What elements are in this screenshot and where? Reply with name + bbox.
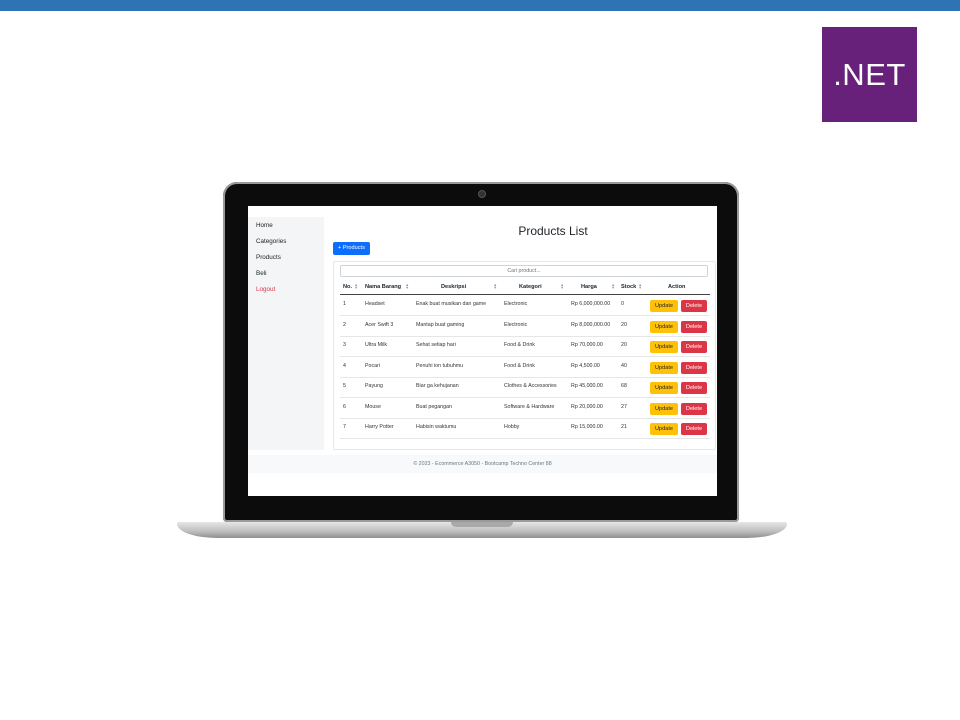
cell-stock: 20 xyxy=(621,342,627,348)
delete-button[interactable]: Delete xyxy=(681,321,707,333)
app-screen: Home Categories Products Beli Logout Pro… xyxy=(248,206,717,496)
search-input[interactable] xyxy=(340,265,708,277)
cell-nama: Payung xyxy=(365,383,383,389)
cell-deskripsi: Buat pegangan xyxy=(416,404,452,410)
laptop-base xyxy=(177,522,787,538)
cell-no: 2 xyxy=(343,322,346,328)
page-footer: © 2023 - Ecommerce A3050 - Bootcamp Tech… xyxy=(248,455,717,473)
cell-harga: Rp 20,000.00 xyxy=(571,404,603,410)
delete-button[interactable]: Delete xyxy=(681,341,707,353)
sort-nama-icon[interactable]: ▴ ▾ xyxy=(406,282,408,290)
cell-kategori: Hobby xyxy=(504,424,520,430)
top-accent-bar xyxy=(0,0,960,11)
sidebar-item-logout[interactable]: Logout xyxy=(256,286,275,293)
sort-stock-icon[interactable]: ▴ ▾ xyxy=(639,282,641,290)
update-button[interactable]: Update xyxy=(650,362,678,374)
header-kategori: Kategori xyxy=(519,284,542,290)
delete-button[interactable]: Delete xyxy=(681,423,707,435)
delete-button[interactable]: Delete xyxy=(681,382,707,394)
delete-button[interactable]: Delete xyxy=(681,362,707,374)
delete-button[interactable]: Delete xyxy=(681,300,707,312)
cell-stock: 40 xyxy=(621,363,627,369)
cell-nama: Pocari xyxy=(365,363,381,369)
cell-kategori: Food & Drink xyxy=(504,342,535,348)
add-product-button[interactable]: + Products xyxy=(333,242,370,255)
row-divider xyxy=(340,315,710,316)
row-divider xyxy=(340,356,710,357)
sidebar: Home Categories Products Beli Logout xyxy=(248,217,324,450)
sort-kategori-icon[interactable]: ▴ ▾ xyxy=(561,282,563,290)
cell-deskripsi: Penuhi ion tubuhmu xyxy=(416,363,464,369)
header-harga: Harga xyxy=(581,284,597,290)
cell-deskripsi: Sehat setiap hari xyxy=(416,342,456,348)
cell-harga: Rp 8,000,000.00 xyxy=(571,322,611,328)
cell-stock: 0 xyxy=(621,301,624,307)
cell-no: 6 xyxy=(343,404,346,410)
row-divider xyxy=(340,397,710,398)
header-no: No. xyxy=(343,284,353,290)
cell-no: 1 xyxy=(343,301,346,307)
cell-harga: Rp 15,000.00 xyxy=(571,424,603,430)
sort-no-icon[interactable]: ▴ ▾ xyxy=(355,282,357,290)
update-button[interactable]: Update xyxy=(650,300,678,312)
page-title: Products List xyxy=(518,224,588,238)
delete-button[interactable]: Delete xyxy=(681,403,707,415)
laptop-notch xyxy=(451,522,513,527)
cell-harga: Rp 70,000.00 xyxy=(571,342,603,348)
cell-deskripsi: Enak buat musikan dan game xyxy=(416,301,487,307)
products-card: No. ▴▾ Nama Barang ▴▾ Deskripsi ▴▾ Kateg… xyxy=(333,261,716,450)
cell-harga: Rp 45,000.00 xyxy=(571,383,603,389)
cell-deskripsi: Biar ga kehujanan xyxy=(416,383,459,389)
sort-deskripsi-icon[interactable]: ▴ ▾ xyxy=(494,282,496,290)
update-button[interactable]: Update xyxy=(650,403,678,415)
cell-kategori: Electronic xyxy=(504,322,528,328)
sidebar-item-beli[interactable]: Beli xyxy=(256,270,267,277)
header-nama-barang: Nama Barang xyxy=(365,284,402,290)
cell-kategori: Electronic xyxy=(504,301,528,307)
sidebar-item-products[interactable]: Products xyxy=(256,254,281,261)
table-header-divider xyxy=(340,294,710,295)
cell-no: 5 xyxy=(343,383,346,389)
cell-nama: Harry Potter xyxy=(365,424,394,430)
row-divider xyxy=(340,438,710,439)
cell-deskripsi: Mantap buat gaming xyxy=(416,322,465,328)
cell-harga: Rp 6,000,000.00 xyxy=(571,301,611,307)
dotnet-logo: .NET xyxy=(822,27,917,122)
cell-stock: 20 xyxy=(621,322,627,328)
cell-stock: 27 xyxy=(621,404,627,410)
cell-nama: Acer Swift 3 xyxy=(365,322,394,328)
cell-nama: Mouse xyxy=(365,404,381,410)
header-deskripsi: Deskripsi xyxy=(441,284,467,290)
cell-harga: Rp 4,500.00 xyxy=(571,363,600,369)
cell-nama: Ultra Milk xyxy=(365,342,388,348)
cell-kategori: Food & Drink xyxy=(504,363,535,369)
sidebar-item-home[interactable]: Home xyxy=(256,222,273,229)
cell-deskripsi: Habisin waktumu xyxy=(416,424,457,430)
row-divider xyxy=(340,418,710,419)
update-button[interactable]: Update xyxy=(650,321,678,333)
header-stock: Stock xyxy=(621,284,637,290)
cell-no: 3 xyxy=(343,342,346,348)
cell-kategori: Software & Hardware xyxy=(504,404,555,410)
cell-no: 4 xyxy=(343,363,346,369)
update-button[interactable]: Update xyxy=(650,341,678,353)
header-action: Action xyxy=(668,284,686,290)
sidebar-item-categories[interactable]: Categories xyxy=(256,238,286,245)
webcam-icon xyxy=(479,191,485,197)
cell-kategori: Clothes & Accessories xyxy=(504,383,557,389)
cell-stock: 68 xyxy=(621,383,627,389)
cell-stock: 21 xyxy=(621,424,627,430)
cell-no: 7 xyxy=(343,424,346,430)
row-divider xyxy=(340,336,710,337)
update-button[interactable]: Update xyxy=(650,423,678,435)
cell-nama: Headset xyxy=(365,301,385,307)
sort-harga-icon[interactable]: ▴ ▾ xyxy=(612,282,614,290)
row-divider xyxy=(340,377,710,378)
update-button[interactable]: Update xyxy=(650,382,678,394)
